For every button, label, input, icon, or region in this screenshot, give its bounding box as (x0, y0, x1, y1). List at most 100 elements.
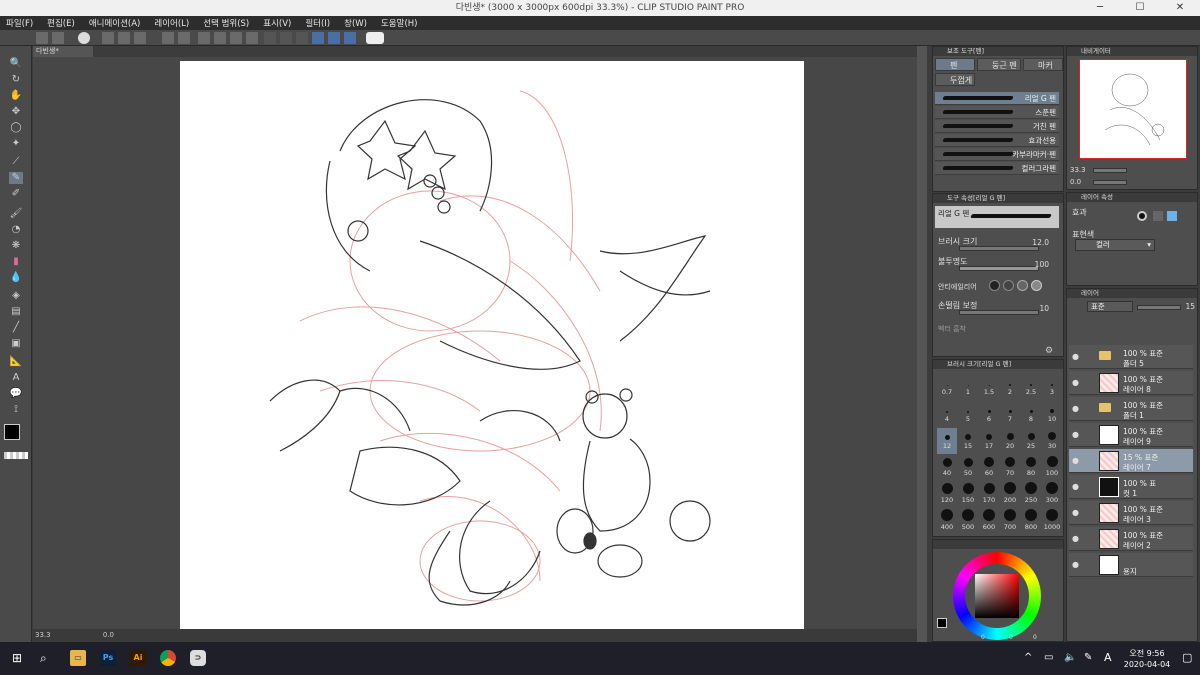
navigator-angle-value[interactable]: 0.0 (1070, 178, 1081, 186)
opacity-value[interactable]: 100 (1019, 260, 1049, 269)
brush-item[interactable]: 카부라마커·펜 (935, 148, 1059, 161)
layer-row[interactable]: ● 100 % 표컷 1 (1069, 475, 1193, 499)
ruler-snap-icon[interactable] (312, 32, 324, 44)
folder-icon[interactable] (1099, 403, 1111, 412)
brush-icon[interactable]: 🖌 (9, 208, 23, 220)
subtool-tab-thick[interactable]: 두껍게 (935, 73, 975, 86)
eye-icon[interactable]: ● (1072, 508, 1079, 517)
open-file-icon[interactable] (118, 32, 130, 44)
brush-item[interactable]: 거친 펜 (935, 120, 1059, 133)
brush-size-cell[interactable]: 50 (958, 455, 978, 481)
brush-size-cell[interactable]: 150 (958, 482, 978, 508)
network-icon[interactable]: ▭ (1044, 652, 1053, 663)
brush-size-cell[interactable]: 80 (1021, 455, 1041, 481)
eye-icon[interactable]: ● (1072, 378, 1079, 387)
clip-studio-taskbar-icon[interactable]: ⊃ (190, 650, 206, 666)
navigator-angle-slider[interactable] (1093, 180, 1127, 185)
move-icon[interactable]: ✥ (9, 106, 23, 118)
help-icon[interactable] (366, 32, 384, 44)
brush-size-cell[interactable]: 7 (1000, 401, 1020, 427)
layer-color-icon[interactable] (1167, 211, 1177, 221)
menu-view[interactable]: 표시(V) (263, 17, 291, 29)
brush-size-cell[interactable]: 25 (1021, 428, 1041, 454)
brush-item[interactable]: 효과선용 (935, 134, 1059, 147)
brush-size-cell[interactable]: 800 (1021, 509, 1041, 535)
main-color-chip[interactable] (937, 618, 947, 628)
eye-icon[interactable]: ● (1072, 456, 1079, 465)
brush-size-cell[interactable]: 100 (1042, 455, 1062, 481)
subtool-tab-pen[interactable]: 펜 (935, 58, 975, 71)
clear-icon[interactable] (214, 32, 226, 44)
brush-size-cell[interactable]: 60 (979, 455, 999, 481)
antialias-weak-icon[interactable] (1003, 280, 1014, 291)
brush-size-cell[interactable]: 600 (979, 509, 999, 535)
navigator-zoom-value[interactable]: 33.3 (1070, 166, 1086, 174)
subtool-tab-marker[interactable]: 마커 (1023, 58, 1063, 71)
expression-color-select[interactable]: 컬러 ▾ (1075, 239, 1155, 251)
antialias-strong-icon[interactable] (1031, 280, 1042, 291)
layer-opacity-slider[interactable] (1137, 305, 1181, 310)
eyedropper-icon[interactable]: ⟋ (9, 156, 23, 168)
airbrush-icon[interactable]: ◔ (9, 224, 23, 236)
settings-icon[interactable]: ⚙ (1045, 346, 1053, 356)
menu-filter[interactable]: 필터(I) (305, 17, 330, 29)
antialias-mid-icon[interactable] (1017, 280, 1028, 291)
eye-icon[interactable]: ● (1072, 534, 1079, 543)
brush-size-cell[interactable]: 2 (1000, 374, 1020, 400)
layer-row[interactable]: ● 100 % 표준 레이어 9 (1069, 423, 1193, 447)
magic-wand-icon[interactable]: ✦ (9, 138, 23, 150)
invert-selection-icon[interactable] (280, 32, 292, 44)
chrome-icon[interactable] (160, 650, 176, 666)
file-explorer-icon[interactable]: ▭ (70, 650, 86, 666)
layer-row[interactable]: ● 15 % 표준 레이어 7 (1069, 449, 1193, 473)
illustrator-icon[interactable]: Ai (130, 650, 146, 666)
special-ruler-icon[interactable] (328, 32, 340, 44)
pen-icon[interactable] (246, 32, 258, 44)
crop-icon[interactable] (296, 32, 308, 44)
menu-edit[interactable]: 편집(E) (47, 17, 75, 29)
layer-row[interactable]: ● 100 % 표준 레이어 3 (1069, 501, 1193, 525)
blend-icon[interactable]: 💧 (9, 272, 23, 284)
undo-icon[interactable] (162, 32, 174, 44)
text-icon[interactable]: A (9, 372, 23, 384)
menu-dropdown-icon[interactable] (52, 32, 64, 44)
pencil-icon[interactable]: ✐ (9, 188, 23, 200)
windows-start-icon[interactable]: ⊞ (12, 651, 22, 665)
brush-size-cell[interactable]: 120 (937, 482, 957, 508)
brush-size-cell[interactable]: 6 (979, 401, 999, 427)
rotate-icon[interactable]: ↻ (9, 74, 23, 86)
brush-size-cell[interactable]: 4 (937, 401, 957, 427)
menu-selection[interactable]: 선택 범위(S) (203, 17, 249, 29)
eye-icon[interactable]: ● (1072, 404, 1079, 413)
hue-ring[interactable] (953, 552, 1041, 640)
brush-size-cell[interactable]: 700 (1000, 509, 1020, 535)
pen-input-icon[interactable]: ✎ (1084, 652, 1092, 663)
photoshop-icon[interactable]: Ps (100, 650, 116, 666)
brush-size-cell[interactable]: 400 (937, 509, 957, 535)
ime-indicator[interactable]: A (1104, 651, 1112, 664)
brush-item[interactable]: 스푼펜 (935, 106, 1059, 119)
transform-icon[interactable] (198, 32, 210, 44)
menu-animation[interactable]: 애니메이션(A) (89, 17, 141, 29)
vertical-scrollbar[interactable] (917, 46, 927, 642)
ruler-icon[interactable]: 📐 (9, 356, 23, 368)
redo-icon[interactable] (178, 32, 190, 44)
layer-row[interactable]: ● 100 % 표준 폴더 5 (1069, 345, 1193, 369)
brush-size-cell[interactable]: 250 (1021, 482, 1041, 508)
deselect-icon[interactable] (264, 32, 276, 44)
brush-size-cell[interactable]: 0.7 (937, 374, 957, 400)
brush-size-cell[interactable]: 500 (958, 509, 978, 535)
transparent-color-swatch[interactable] (4, 452, 28, 459)
brush-size-cell[interactable]: 8 (1021, 401, 1041, 427)
tone-effect-icon[interactable] (1153, 211, 1163, 221)
brush-size-cell[interactable]: 170 (979, 482, 999, 508)
layer-row[interactable]: ● 100 % 표준 폴더 1 (1069, 397, 1193, 421)
navigator-zoom-slider[interactable] (1093, 168, 1127, 173)
folder-icon[interactable] (1099, 351, 1111, 360)
decoration-icon[interactable]: ❋ (9, 240, 23, 252)
clock-time[interactable]: 오전 9:56 (1124, 648, 1170, 659)
brush-size-cell[interactable]: 17 (979, 428, 999, 454)
brush-size-cell[interactable]: 12 (937, 428, 957, 454)
balloon-icon[interactable]: 💬 (9, 388, 23, 400)
brush-size-cell[interactable]: 40 (937, 455, 957, 481)
